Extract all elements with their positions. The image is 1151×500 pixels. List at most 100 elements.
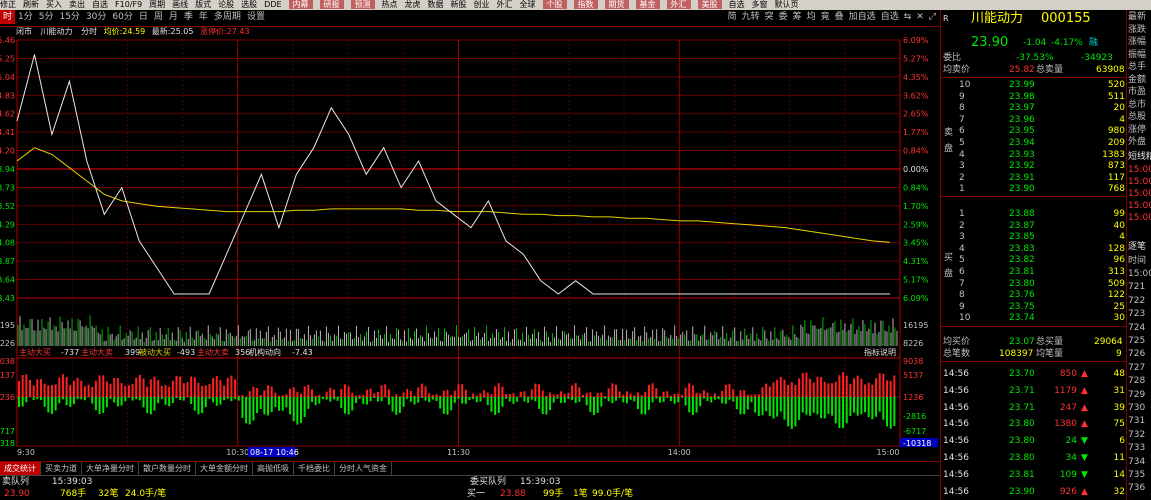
sell-level-num: 8: [959, 103, 965, 114]
price-tick: 3.52: [0, 202, 15, 211]
buy-queue-count: 1笔: [573, 489, 588, 499]
tick-by-tick-item: 725: [1128, 336, 1146, 346]
toolbar-item-2[interactable]: 买入: [46, 0, 62, 9]
toolbar-item-21[interactable]: 全球: [520, 0, 536, 9]
avg-price-line: [16, 147, 891, 243]
toolbar-item-17[interactable]: 数据: [428, 0, 444, 9]
chart-tool-2[interactable]: 突: [765, 12, 774, 22]
period-tab-4[interactable]: 30分: [83, 10, 109, 24]
toolbar-item-0[interactable]: 修正: [0, 0, 16, 9]
indicator-tab-3[interactable]: 散户数量分时: [139, 462, 196, 475]
pct-tick: 1.77%: [903, 128, 929, 137]
flow-tick: 9038: [903, 357, 923, 366]
period-tab-0[interactable]: 时: [0, 10, 16, 24]
toolbar-item-27[interactable]: 美股: [697, 0, 722, 9]
flow-tick: 717: [0, 427, 15, 436]
toolbar-item-9[interactable]: 论股: [218, 0, 234, 9]
period-tab-10[interactable]: 年: [196, 10, 211, 24]
chart-tool-7[interactable]: 叠: [835, 12, 844, 22]
chart-tool-0[interactable]: 简: [728, 12, 737, 22]
toolbar-item-15[interactable]: 热点: [382, 0, 398, 9]
toolbar-item-13[interactable]: 研报: [319, 0, 344, 9]
pct-tick: 3.62%: [903, 91, 929, 100]
indicator-help-link[interactable]: 指标说明: [864, 347, 896, 357]
period-tab-11[interactable]: 多周期: [211, 10, 244, 24]
period-tab-6[interactable]: 日: [136, 10, 151, 24]
toolbar-item-14[interactable]: 预测: [350, 0, 375, 9]
toolbar-item-18[interactable]: 新股: [451, 0, 467, 9]
chart-tool-12[interactable]: ⤢: [929, 12, 936, 22]
toolbar-item-28[interactable]: 自选: [729, 0, 745, 9]
chart-tool-9[interactable]: 自选: [881, 12, 899, 22]
chart-tool-3[interactable]: 委: [779, 12, 788, 22]
indicator-tab-4[interactable]: 大单金额分时: [196, 462, 253, 475]
tick-price: 23.81: [1009, 469, 1035, 480]
toolbar-item-11[interactable]: DDE: [264, 0, 281, 9]
period-tab-2[interactable]: 5分: [36, 10, 57, 24]
toolbar-item-3[interactable]: 卖出: [69, 0, 85, 9]
stat-label: 外盘: [1128, 137, 1147, 147]
chart-tool-6[interactable]: 竟: [821, 12, 830, 22]
toolbar-item-10[interactable]: 选股: [241, 0, 257, 9]
period-tab-12[interactable]: 设置: [244, 10, 268, 24]
chart-tool-10[interactable]: ⇆: [904, 12, 912, 22]
buy-level-vol: 128: [1107, 243, 1125, 254]
arrow-up-icon: ▲: [1081, 385, 1088, 396]
toolbar-item-20[interactable]: 外汇: [497, 0, 513, 9]
buy-queue-time: 15:39:03: [520, 477, 561, 487]
period-tab-8[interactable]: 月: [166, 10, 181, 24]
chart-tool-1[interactable]: 九转: [742, 12, 760, 22]
flow-value: -493: [177, 348, 195, 357]
toolbar-item-16[interactable]: 龙虎: [405, 0, 421, 9]
tick-price: 23.70: [1009, 369, 1035, 379]
chart-tool-8[interactable]: 加自选: [849, 12, 876, 22]
toolbar-item-5[interactable]: F10/F9: [115, 0, 142, 9]
toolbar-item-7[interactable]: 画线: [172, 0, 188, 9]
tick-by-tick-item: 723: [1128, 309, 1146, 320]
flow-label: 机构动向: [249, 347, 281, 357]
toolbar-item-12[interactable]: 内幕: [288, 0, 313, 9]
toolbar-item-1[interactable]: 刷新: [23, 0, 39, 9]
tick-volume: 850: [1059, 369, 1077, 379]
indicator-tab-0[interactable]: 成交统计: [0, 462, 41, 475]
indicator-tab-2[interactable]: 大单净量分时: [82, 462, 139, 475]
toolbar-item-6[interactable]: 周期: [149, 0, 165, 9]
toolbar-item-8[interactable]: 版式: [195, 0, 211, 9]
chart-tool-4[interactable]: 筹: [793, 12, 802, 22]
toolbar-item-4[interactable]: 自选: [92, 0, 108, 9]
quote-row: 10 23.74 30: [941, 313, 1127, 324]
period-tab-9[interactable]: 季: [181, 10, 196, 24]
toolbar-item-29[interactable]: 多窗: [752, 0, 768, 9]
flow-value: -737: [61, 348, 79, 357]
short-line-time: 15:00: [1128, 189, 1151, 199]
chart-tool-11[interactable]: ✕: [916, 12, 924, 22]
toolbar-item-24[interactable]: 期货: [604, 0, 629, 9]
period-tab-1[interactable]: 1分: [15, 10, 36, 24]
period-tab-3[interactable]: 15分: [56, 10, 82, 24]
toolbar-item-19[interactable]: 创业: [474, 0, 490, 9]
toolbar-item-25[interactable]: 基金: [635, 0, 660, 9]
toolbar-item-26[interactable]: 外汇: [666, 0, 691, 9]
tick-by-tick-item: 731: [1128, 416, 1146, 427]
quote-row: 23.90 -1.04 -4.17% 融: [941, 36, 1127, 50]
indicator-tab-7[interactable]: 分时人气资金: [335, 462, 392, 475]
indicator-tab-1[interactable]: 买卖力道: [41, 462, 82, 475]
period-tab-7[interactable]: 周: [151, 10, 166, 24]
buy-level-num: 4: [959, 243, 965, 254]
chart-tool-5[interactable]: 均: [807, 12, 816, 22]
sell-level-num: 9: [959, 91, 965, 102]
pct-tick: 1.70%: [903, 202, 929, 211]
buy-level-price: 23.87: [1009, 220, 1035, 231]
toolbar-item-23[interactable]: 指数: [573, 0, 598, 9]
period-tab-5[interactable]: 60分: [109, 10, 135, 24]
avg-value: 24.59: [122, 27, 146, 36]
indicator-tab-5[interactable]: 高抛低吸: [253, 462, 294, 475]
quote-row: 6 23.81 313: [941, 267, 1127, 278]
quote-row: 委比 -37.53% -34923: [941, 53, 1127, 64]
time-tick: 14:00: [668, 448, 691, 457]
intraday-chart[interactable]: 6.09%5.465.27%5.254.35%5.043.62%4.832.65…: [0, 26, 940, 461]
toolbar-item-22[interactable]: 个股: [542, 0, 567, 9]
indicator-tab-6[interactable]: 千档委比: [294, 462, 335, 475]
flow-value: 399: [125, 348, 140, 357]
toolbar-item-30[interactable]: 默认页: [775, 0, 799, 9]
